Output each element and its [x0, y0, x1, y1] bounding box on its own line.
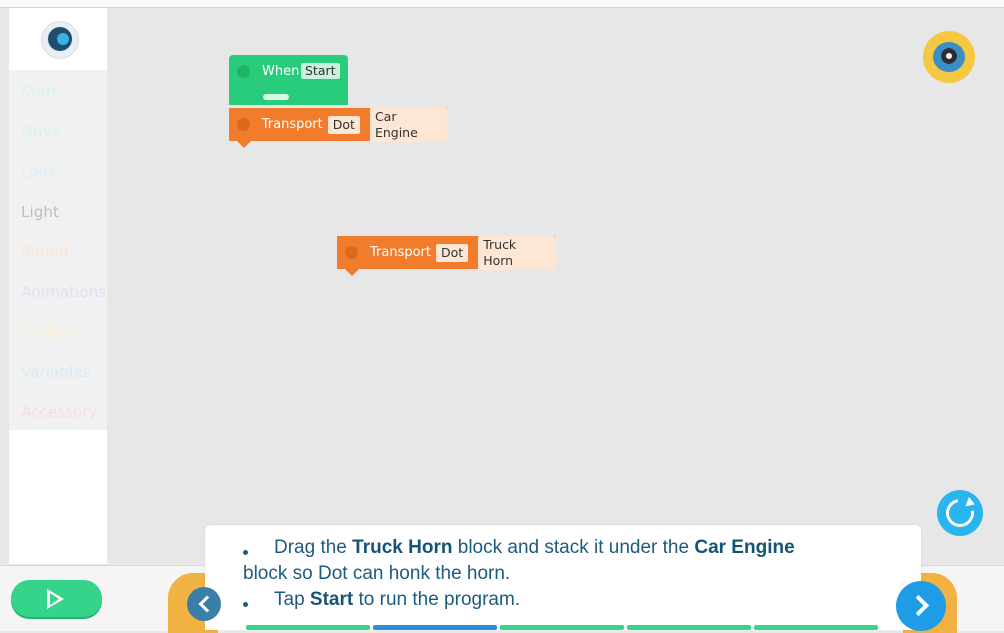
sidebar: Start Drive Look Light Sound Animations …	[9, 8, 107, 564]
sidebar-item-light[interactable]: Light	[21, 203, 59, 221]
category-list: Start Drive Look Light Sound Animations …	[9, 70, 107, 430]
when-value-chip[interactable]: Start	[301, 63, 340, 79]
wonder-app-logo-icon[interactable]	[41, 21, 79, 59]
reset-icon[interactable]	[937, 490, 983, 536]
block-notch	[237, 141, 251, 148]
instruction-highlight-truck-horn: Truck Horn	[352, 537, 453, 558]
sidebar-footer	[9, 430, 107, 564]
progress-segment	[373, 625, 497, 630]
sidebar-item-start[interactable]: Start	[21, 83, 58, 101]
progress-segment	[754, 625, 878, 630]
sound-select-chip[interactable]: Car Engine	[369, 107, 447, 142]
bullet	[243, 602, 248, 607]
progress-segment	[246, 625, 370, 630]
when-block-handle	[263, 94, 289, 100]
sound-select-chip[interactable]: Truck Horn	[478, 235, 555, 270]
chevron-right-icon[interactable]	[896, 581, 946, 631]
block-dot	[237, 65, 250, 78]
instruction-panel: Drag the Truck Horn block and stack it u…	[205, 525, 921, 630]
instruction-line-1: Drag the Truck Horn block and stack it u…	[274, 537, 795, 559]
when-label: When	[262, 64, 300, 79]
instruction-text: Drag the	[274, 537, 353, 558]
top-border	[0, 0, 1004, 8]
chevron-left-icon[interactable]	[187, 587, 221, 621]
transport-label: Transport	[261, 117, 323, 132]
instruction-line-2: block so Dot can honk the horn.	[243, 563, 511, 584]
progress-segment	[627, 625, 751, 630]
when-start-block[interactable]: When Start	[229, 55, 348, 105]
sidebar-item-control[interactable]: Control	[21, 323, 76, 341]
instruction-text: block and stack it under the	[452, 537, 695, 558]
sidebar-item-look[interactable]: Look	[21, 163, 57, 181]
dash-robot-icon[interactable]	[923, 31, 975, 83]
block-notch	[345, 269, 359, 276]
instruction-text: to run the program.	[353, 589, 521, 610]
progress-segment	[500, 625, 624, 630]
block-dot	[345, 246, 358, 259]
instruction-highlight-start: Start	[309, 589, 354, 610]
transport-label: Transport	[370, 245, 432, 260]
instruction-line-3: Tap Start to run the program.	[274, 589, 520, 611]
sidebar-item-animations[interactable]: Animations	[21, 283, 106, 301]
instruction-highlight-car-engine: Car Engine	[694, 537, 795, 558]
transport-car-engine-block[interactable]: Transport Dot Car Engine	[229, 107, 447, 148]
block-dot	[237, 118, 250, 131]
play-button[interactable]	[11, 580, 102, 617]
sidebar-item-drive[interactable]: Drive	[21, 123, 62, 141]
logo-area	[9, 8, 107, 70]
robot-select-chip[interactable]: Dot	[436, 243, 469, 262]
sidebar-item-variables[interactable]: Variables	[21, 363, 90, 381]
sidebar-item-accessory[interactable]: Accessory	[21, 403, 97, 421]
robot-select-chip[interactable]: Dot	[327, 115, 360, 134]
bullet	[243, 550, 248, 555]
sidebar-item-sound[interactable]: Sound	[21, 243, 69, 261]
transport-truck-horn-block[interactable]: Transport Dot Truck Horn	[337, 235, 555, 276]
instruction-text: Tap	[274, 589, 310, 610]
